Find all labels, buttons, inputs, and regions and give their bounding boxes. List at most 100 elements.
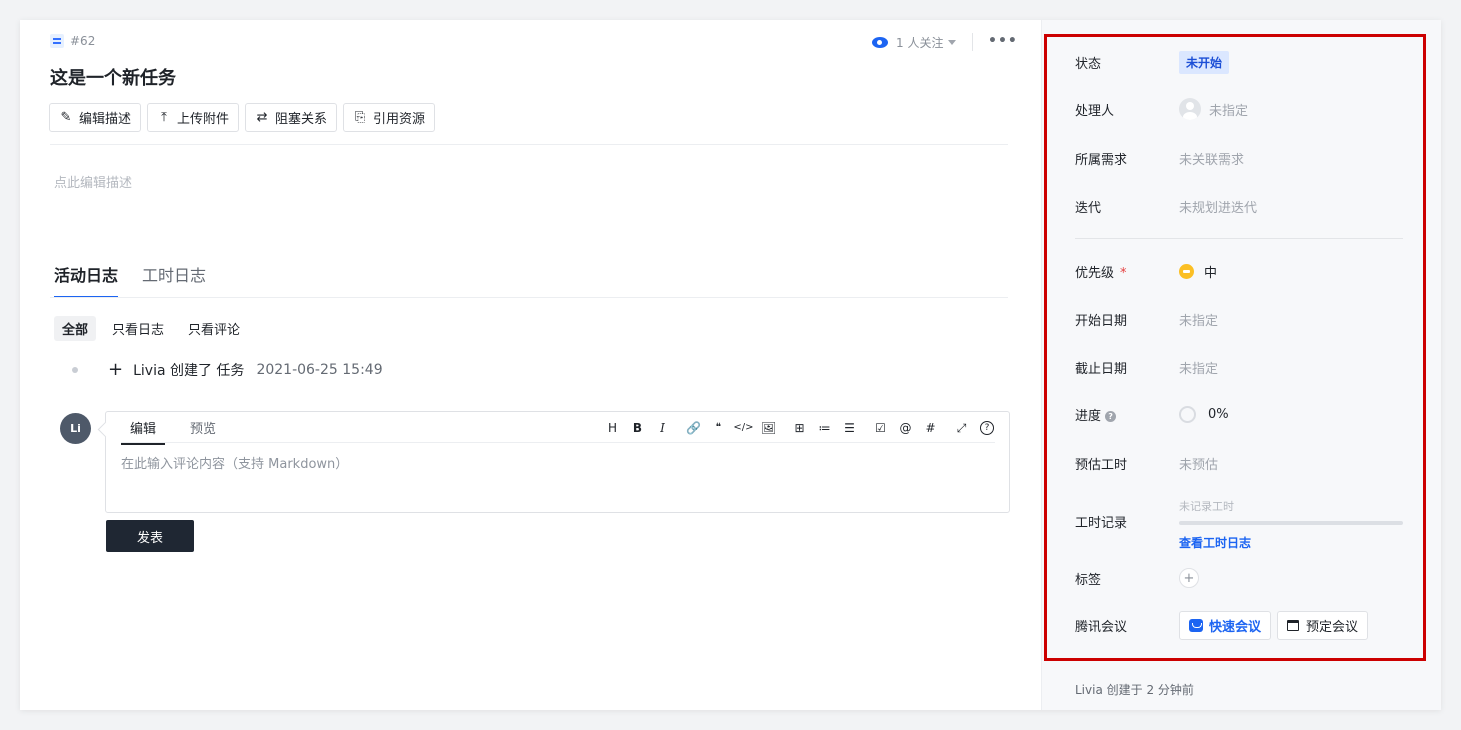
help-icon[interactable]: ? bbox=[980, 421, 994, 435]
ordered-list-icon[interactable]: ≔ bbox=[812, 420, 837, 436]
tabs-divider bbox=[50, 297, 1008, 298]
filter-all[interactable]: 全部 bbox=[54, 316, 97, 341]
submit-comment-button[interactable]: 发表 bbox=[106, 520, 194, 552]
filter-comments-only[interactable]: 只看评论 bbox=[180, 316, 248, 341]
iteration-value[interactable]: 未规划进迭代 bbox=[1179, 197, 1257, 216]
task-detail-card: #62 1 人关注 ••• 这是一个新任务 ✎ 编辑描述 ⤒ 上传附件 ⇄ 阻塞… bbox=[20, 20, 1441, 710]
prop-assignee: 处理人 未指定 bbox=[1075, 98, 1248, 120]
eye-icon bbox=[872, 37, 888, 48]
pen-icon: ✎ bbox=[60, 110, 72, 125]
start-date-label: 开始日期 bbox=[1075, 314, 1128, 329]
highlight-box bbox=[1044, 34, 1426, 661]
hash-icon[interactable]: # bbox=[918, 420, 943, 436]
estimate-label: 预估工时 bbox=[1075, 458, 1128, 473]
image-icon[interactable]: 🖼 bbox=[756, 420, 781, 436]
worklog-progress-bar bbox=[1179, 521, 1403, 525]
iteration-label: 迭代 bbox=[1075, 201, 1102, 216]
tab-preview[interactable]: 预览 bbox=[181, 418, 225, 445]
start-date-value[interactable]: 未指定 bbox=[1179, 310, 1218, 329]
worklog-label: 工时记录 bbox=[1075, 516, 1128, 531]
task-id-text: #62 bbox=[70, 34, 96, 48]
user-placeholder-icon[interactable] bbox=[1179, 98, 1201, 120]
comment-input[interactable]: 在此输入评论内容（支持 Markdown） bbox=[121, 453, 348, 472]
assignee-value[interactable]: 未指定 bbox=[1209, 100, 1248, 119]
requirement-label: 所属需求 bbox=[1075, 153, 1128, 168]
status-badge[interactable]: 未开始 bbox=[1179, 51, 1230, 74]
progress-label: 进度? bbox=[1075, 405, 1179, 424]
table-icon[interactable]: ⊞ bbox=[787, 420, 812, 436]
code-icon[interactable]: </> bbox=[731, 420, 756, 436]
assignee-label: 处理人 bbox=[1075, 103, 1115, 119]
prop-progress: 进度? 0% bbox=[1075, 405, 1229, 424]
priority-medium-icon[interactable] bbox=[1179, 264, 1194, 279]
editor-toolbar: H B I 🔗 ❝ </> 🖼 ⊞ ≔ ☰ ☑ @ # ⤢ ? bbox=[600, 420, 994, 436]
italic-icon[interactable]: I bbox=[650, 420, 675, 436]
page-title[interactable]: 这是一个新任务 bbox=[50, 64, 176, 90]
quick-meeting-button[interactable]: 快速会议 bbox=[1179, 611, 1272, 640]
meeting-label: 腾讯会议 bbox=[1075, 620, 1128, 635]
reference-icon: ⎘ bbox=[354, 110, 366, 125]
description-placeholder[interactable]: 点此编辑描述 bbox=[54, 172, 132, 191]
sidebar-divider bbox=[1075, 238, 1403, 239]
blocking-relation-label: 阻塞关系 bbox=[275, 112, 328, 127]
task-type-icon bbox=[50, 34, 64, 48]
tab-worklog[interactable]: 工时日志 bbox=[142, 262, 206, 298]
question-icon[interactable]: ? bbox=[1105, 411, 1117, 422]
tags-label: 标签 bbox=[1075, 572, 1102, 588]
editor-tabs: 编辑 预览 bbox=[121, 418, 241, 445]
properties-sidebar: 状态 未开始 处理人 未指定 所属需求 未关联需求 迭代 未规划进迭代 优先级 *… bbox=[1041, 20, 1441, 710]
schedule-meeting-button[interactable]: 预定会议 bbox=[1277, 611, 1369, 640]
prop-due-date: 截止日期 未指定 bbox=[1075, 358, 1218, 377]
comment-editor: 编辑 预览 H B I 🔗 ❝ </> 🖼 ⊞ ≔ ☰ ☑ @ # ⤢ ? 在此… bbox=[105, 411, 1010, 513]
watchers-count: 1 人关注 bbox=[896, 36, 944, 50]
upload-attachment-label: 上传附件 bbox=[177, 112, 230, 127]
header-divider bbox=[972, 33, 973, 51]
progress-label-text: 进度 bbox=[1075, 409, 1102, 424]
status-label: 状态 bbox=[1075, 57, 1102, 72]
add-tag-icon[interactable]: + bbox=[1179, 568, 1199, 588]
task-list-icon[interactable]: ☑ bbox=[868, 420, 893, 436]
description-toolbar: ✎ 编辑描述 ⤒ 上传附件 ⇄ 阻塞关系 ⎘ 引用资源 bbox=[49, 103, 436, 132]
upload-attachment-button[interactable]: ⤒ 上传附件 bbox=[147, 103, 240, 132]
priority-label: 优先级 * bbox=[1075, 262, 1179, 281]
estimate-value[interactable]: 未预估 bbox=[1179, 454, 1218, 473]
tab-activity-log[interactable]: 活动日志 bbox=[54, 262, 119, 298]
blocking-relation-button[interactable]: ⇄ 阻塞关系 bbox=[245, 103, 338, 132]
prop-meeting: 腾讯会议 快速会议 预定会议 bbox=[1075, 611, 1369, 640]
prop-worklog: 工时记录 bbox=[1075, 512, 1179, 531]
reference-resource-button[interactable]: ⎘ 引用资源 bbox=[343, 103, 436, 132]
bullet-list-icon[interactable]: ☰ bbox=[837, 420, 862, 436]
prop-iteration: 迭代 未规划进迭代 bbox=[1075, 197, 1257, 216]
more-icon[interactable]: ••• bbox=[988, 34, 1018, 48]
schedule-meeting-label: 预定会议 bbox=[1306, 620, 1359, 635]
activity-time: 2021-06-25 15:49 bbox=[256, 362, 383, 378]
priority-value[interactable]: 中 bbox=[1204, 262, 1217, 281]
tab-edit[interactable]: 编辑 bbox=[121, 418, 166, 445]
log-tabs: 活动日志 工时日志 bbox=[54, 262, 206, 298]
quick-meeting-label: 快速会议 bbox=[1209, 620, 1262, 635]
bold-icon[interactable]: B bbox=[625, 420, 650, 436]
view-worklog-link[interactable]: 查看工时日志 bbox=[1179, 534, 1403, 551]
mention-icon[interactable]: @ bbox=[893, 420, 918, 436]
heading-icon[interactable]: H bbox=[600, 420, 625, 436]
timeline-dot bbox=[72, 367, 78, 373]
progress-value[interactable]: 0% bbox=[1208, 407, 1229, 422]
quote-icon[interactable]: ❝ bbox=[706, 420, 731, 436]
worklog-block: 未记录工时 查看工时日志 bbox=[1179, 498, 1403, 551]
caret-down-icon bbox=[948, 40, 957, 45]
requirement-value[interactable]: 未关联需求 bbox=[1179, 149, 1244, 168]
due-date-label: 截止日期 bbox=[1075, 362, 1128, 377]
edit-description-label: 编辑描述 bbox=[79, 112, 132, 127]
edit-description-button[interactable]: ✎ 编辑描述 bbox=[49, 103, 142, 132]
prop-start-date: 开始日期 未指定 bbox=[1075, 310, 1218, 329]
prop-priority: 优先级 * 中 bbox=[1075, 262, 1217, 281]
priority-label-text: 优先级 bbox=[1075, 266, 1115, 281]
fullscreen-icon[interactable]: ⤢ bbox=[949, 420, 974, 436]
watchers-button[interactable]: 1 人关注 bbox=[872, 34, 957, 51]
link-icon[interactable]: 🔗 bbox=[681, 420, 706, 436]
activity-filters: 全部 只看日志 只看评论 bbox=[54, 316, 248, 341]
prop-requirement: 所属需求 未关联需求 bbox=[1075, 149, 1244, 168]
progress-ring-icon[interactable] bbox=[1179, 406, 1196, 423]
due-date-value[interactable]: 未指定 bbox=[1179, 358, 1218, 377]
filter-logs-only[interactable]: 只看日志 bbox=[104, 316, 172, 341]
